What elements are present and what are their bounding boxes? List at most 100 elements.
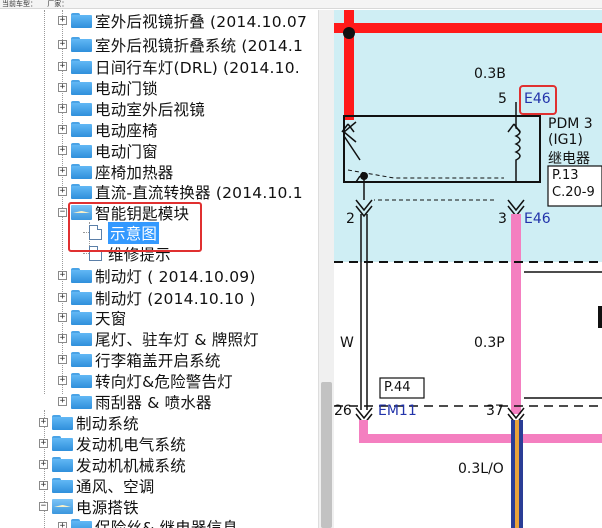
- pin-label: 5: [498, 91, 507, 107]
- tree-item-label: 电动座椅: [95, 121, 158, 140]
- tree-item-label: 室外后视镜折叠系统 (2014.1: [95, 36, 304, 55]
- folder-icon: [71, 13, 92, 28]
- folder-icon: [71, 37, 92, 52]
- expand-plus-icon[interactable]: +: [39, 439, 48, 448]
- relay-subname: (IG1): [548, 132, 583, 148]
- tree-item-mirror-fold[interactable]: + 室外后视镜折叠 (2014.10.07: [58, 10, 307, 31]
- wiring-diagram-canvas: [334, 10, 602, 528]
- expand-plus-icon[interactable]: +: [39, 418, 48, 427]
- tree-item-hvac[interactable]: + 通风、空调: [39, 475, 155, 496]
- tree-item-label: 保险丝& 继电器信息: [95, 518, 239, 528]
- expand-plus-icon[interactable]: +: [58, 104, 67, 113]
- tree-item-label: 通风、空调: [76, 477, 155, 496]
- expand-plus-icon[interactable]: +: [58, 334, 67, 343]
- folder-icon: [71, 373, 92, 388]
- tree-item-seat-heater[interactable]: + 座椅加热器: [58, 161, 174, 182]
- wire-label: 0.3L/O: [458, 461, 504, 477]
- folder-icon: [71, 143, 92, 158]
- tree-item-label: 电动门窗: [95, 142, 158, 161]
- folder-icon: [71, 394, 92, 409]
- expand-plus-icon[interactable]: +: [58, 355, 67, 364]
- expand-plus-icon[interactable]: +: [58, 271, 67, 280]
- junction-dot: [343, 27, 355, 39]
- relay-cn-label: 继电器: [548, 151, 590, 167]
- folder-icon: [71, 122, 92, 137]
- page-ref: P.13: [552, 168, 579, 183]
- folder-icon: [52, 415, 73, 430]
- expand-plus-icon[interactable]: +: [58, 397, 67, 406]
- tree-item-wiper-washer[interactable]: + 雨刮器 & 喷水器: [58, 391, 212, 412]
- tree-item-dc-dc-converter[interactable]: + 直流-直流转换器 (2014.10.1: [58, 181, 303, 202]
- vehicle-label: 当前车型：: [2, 0, 37, 8]
- expand-plus-icon[interactable]: +: [39, 481, 48, 490]
- folder-icon: [71, 59, 92, 74]
- tree-item-power-ground[interactable]: − 电源搭铁: [39, 496, 139, 517]
- expand-plus-icon[interactable]: +: [58, 62, 67, 71]
- expand-plus-icon[interactable]: +: [58, 293, 67, 302]
- tree-item-brake-light-0909[interactable]: + 制动灯 ( 2014.10.09): [58, 265, 256, 286]
- tree-scrollbar[interactable]: [318, 10, 334, 528]
- folder-icon: [71, 184, 92, 199]
- tree-item-sunroof[interactable]: + 天窗: [58, 307, 126, 328]
- pin-label: 37: [486, 403, 504, 419]
- collapse-minus-icon[interactable]: −: [58, 208, 67, 217]
- connector-label: EM11: [378, 403, 417, 419]
- folder-icon: [52, 457, 73, 472]
- expand-plus-icon[interactable]: +: [58, 187, 67, 196]
- expand-plus-icon[interactable]: +: [58, 125, 67, 134]
- folder-icon: [71, 519, 92, 528]
- scrollbar-thumb[interactable]: [321, 382, 332, 528]
- red-wire-horizontal: [334, 23, 602, 33]
- connector-label: E46: [524, 91, 551, 107]
- expand-plus-icon[interactable]: +: [58, 83, 67, 92]
- tree-item-label: 尾灯、驻车灯 & 牌照灯: [95, 330, 259, 349]
- tree-item-fuse-relay[interactable]: + 保险丝& 继电器信息: [58, 516, 238, 528]
- collapse-minus-icon[interactable]: −: [39, 502, 48, 511]
- tree-item-power-window[interactable]: + 电动门窗: [58, 140, 158, 161]
- tree-item-label: 直流-直流转换器 (2014.10.1: [95, 183, 303, 202]
- tree-item-label: 电动室外后视镜: [95, 100, 205, 119]
- wire-label: 0.3B: [474, 66, 506, 82]
- tree-item-trunk-opener[interactable]: + 行李箱盖开启系统: [58, 349, 221, 370]
- tree-item-engine-electrical[interactable]: + 发动机电气系统: [39, 433, 186, 454]
- expand-plus-icon[interactable]: +: [58, 313, 67, 322]
- tree-item-label: 雨刮器 & 喷水器: [95, 393, 212, 412]
- tree-item-tail-lamps[interactable]: + 尾灯、驻车灯 & 牌照灯: [58, 328, 259, 349]
- expand-plus-icon[interactable]: +: [58, 376, 67, 385]
- tree-item-brake-system[interactable]: + 制动系统: [39, 412, 139, 433]
- expand-plus-icon[interactable]: +: [58, 522, 67, 528]
- tree-item-turn-hazard[interactable]: + 转向灯&危险警告灯: [58, 370, 233, 391]
- tree-item-label: 发动机机械系统: [76, 456, 186, 475]
- tree-item-power-mirror[interactable]: + 电动室外后视镜: [58, 98, 205, 119]
- expand-plus-icon[interactable]: +: [58, 40, 67, 49]
- maker-label: 厂家：: [47, 0, 69, 8]
- tree-item-label: 发动机电气系统: [76, 435, 186, 454]
- tree-item-label: 室外后视镜折叠 (2014.10.07: [95, 12, 308, 31]
- tree-item-drl[interactable]: + 日间行车灯(DRL) (2014.10.: [58, 56, 300, 77]
- tree-item-brake-light-1010[interactable]: + 制动灯 (2014.10.10 ): [58, 287, 256, 308]
- tree-item-label: 转向灯&危险警告灯: [95, 372, 233, 391]
- tree-item-label: 电动门锁: [95, 79, 158, 98]
- tree-item-label: 座椅加热器: [95, 163, 174, 182]
- top-status-bar: 当前车型： 厂家：: [0, 0, 602, 9]
- pink-wire-horizontal: [359, 434, 602, 443]
- expand-plus-icon[interactable]: +: [58, 146, 67, 155]
- page-ref: P.44: [384, 380, 411, 395]
- tree-item-label: 行李箱盖开启系统: [95, 351, 221, 370]
- expand-plus-icon[interactable]: +: [58, 16, 67, 25]
- relay-name: PDM 3: [548, 116, 593, 132]
- folder-icon: [71, 352, 92, 367]
- folder-icon: [71, 290, 92, 305]
- tree-item-engine-mechanical[interactable]: + 发动机机械系统: [39, 454, 186, 475]
- wiring-diagram: 0.3B 5 E46 PDM 3 (IG1) 继电器 P.13 C.20-9 2…: [334, 10, 602, 528]
- tree-item-power-door-lock[interactable]: + 电动门锁: [58, 77, 158, 98]
- expand-plus-icon[interactable]: +: [58, 167, 67, 176]
- tree-item-power-seat[interactable]: + 电动座椅: [58, 119, 158, 140]
- tree-item-label: 天窗: [95, 309, 127, 328]
- pin-label: 3: [498, 211, 507, 227]
- tree-item-mirror-fold-system[interactable]: + 室外后视镜折叠系统 (2014.1: [58, 34, 303, 55]
- tree-item-label: 制动灯 (2014.10.10 ): [95, 289, 256, 308]
- expand-plus-icon[interactable]: +: [39, 460, 48, 469]
- folder-icon: [71, 80, 92, 95]
- tree-item-label: 日间行车灯(DRL) (2014.10.: [95, 58, 300, 77]
